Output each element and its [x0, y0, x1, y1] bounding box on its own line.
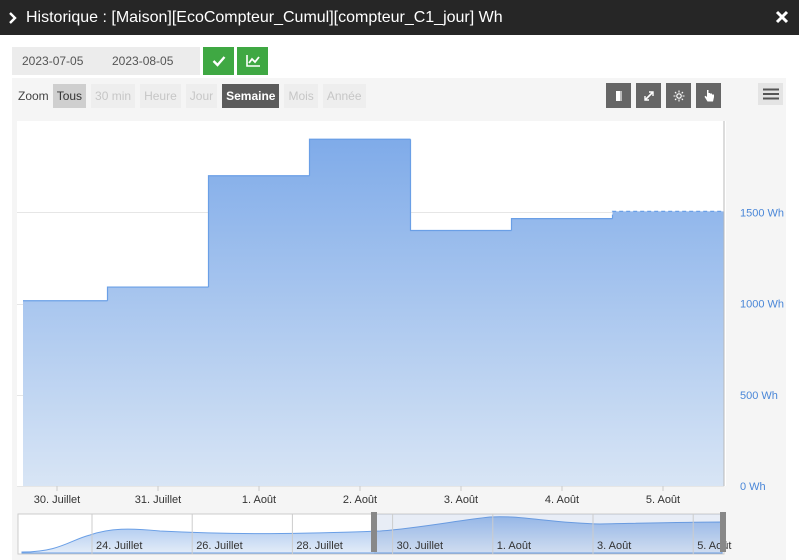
x-tick-label: 1. Août: [242, 494, 276, 506]
navigator-left-handle[interactable]: [371, 512, 377, 552]
y-tick-label: 0 Wh: [740, 481, 766, 493]
navigator-tick-label: 30. Juillet: [397, 540, 443, 552]
x-tick-label: 2. Août: [343, 494, 377, 506]
navigator-tick-label: 1. Août: [497, 540, 531, 552]
navigator-right-handle[interactable]: [720, 512, 726, 552]
navigator-tick-label: 26. Juillet: [196, 540, 242, 552]
x-tick-label: 5. Août: [646, 494, 680, 506]
x-tick-label: 3. Août: [444, 494, 478, 506]
x-axis: 30. Juillet 31. Juillet 1. Août 2. Août 3. A…: [34, 486, 680, 506]
navigator-tick-label: 3. Août: [597, 540, 631, 552]
navigator-tick-label: 28. Juillet: [296, 540, 342, 552]
x-tick-label: 30. Juillet: [34, 494, 80, 506]
navigator-tick-label: 5. Août: [697, 540, 731, 552]
y-axis: 0 Wh 500 Wh 1000 Wh 1500 Wh: [740, 207, 784, 493]
navigator-tick-label: 24. Juillet: [96, 540, 142, 552]
history-chart: 0 Wh 500 Wh 1000 Wh 1500 Wh 30. Juillet 31. …: [17, 121, 784, 555]
y-tick-label: 1500 Wh: [740, 207, 784, 219]
navigator[interactable]: 24. Juillet 26. Juillet 28. Juillet 30. Jui…: [17, 512, 731, 555]
x-tick-label: 4. Août: [545, 494, 579, 506]
x-tick-label: 31. Juillet: [135, 494, 181, 506]
y-tick-label: 500 Wh: [740, 390, 778, 402]
y-tick-label: 1000 Wh: [740, 299, 784, 311]
